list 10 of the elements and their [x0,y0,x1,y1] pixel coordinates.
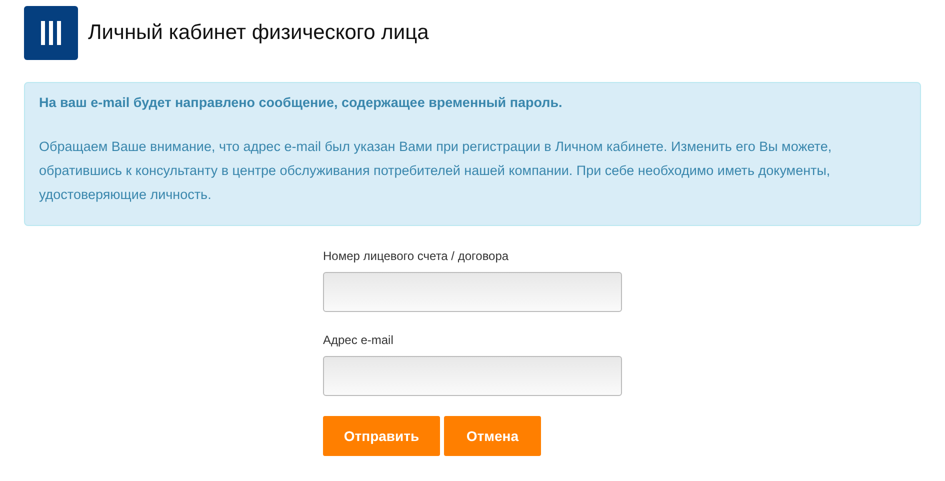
page-title: Личный кабинет физического лица [88,21,429,45]
alert-text: Обращаем Ваше внимание, что адрес e-mail был указан Вами при регистрации в Личном кабинете. Изменить его Вы можете, обратившись к консультанту в центре обслуживания потребителей нашей компании. При себе необходимо иметь документы, удостоверяющие личность. [39,138,833,204]
submit-button[interactable]: Отправить [323,416,440,456]
field-label: Адрес e-mail [323,333,394,347]
field-label: Номер лицевого счета / договора [323,249,510,263]
input-field[interactable] [323,272,622,312]
logo-icon [24,6,78,60]
alert-headline: На ваш e-mail будет направлено сообщение, содержащее временный пароль. [39,95,564,110]
input-field[interactable] [323,356,622,396]
cancel-button[interactable]: Отмена [444,416,541,456]
